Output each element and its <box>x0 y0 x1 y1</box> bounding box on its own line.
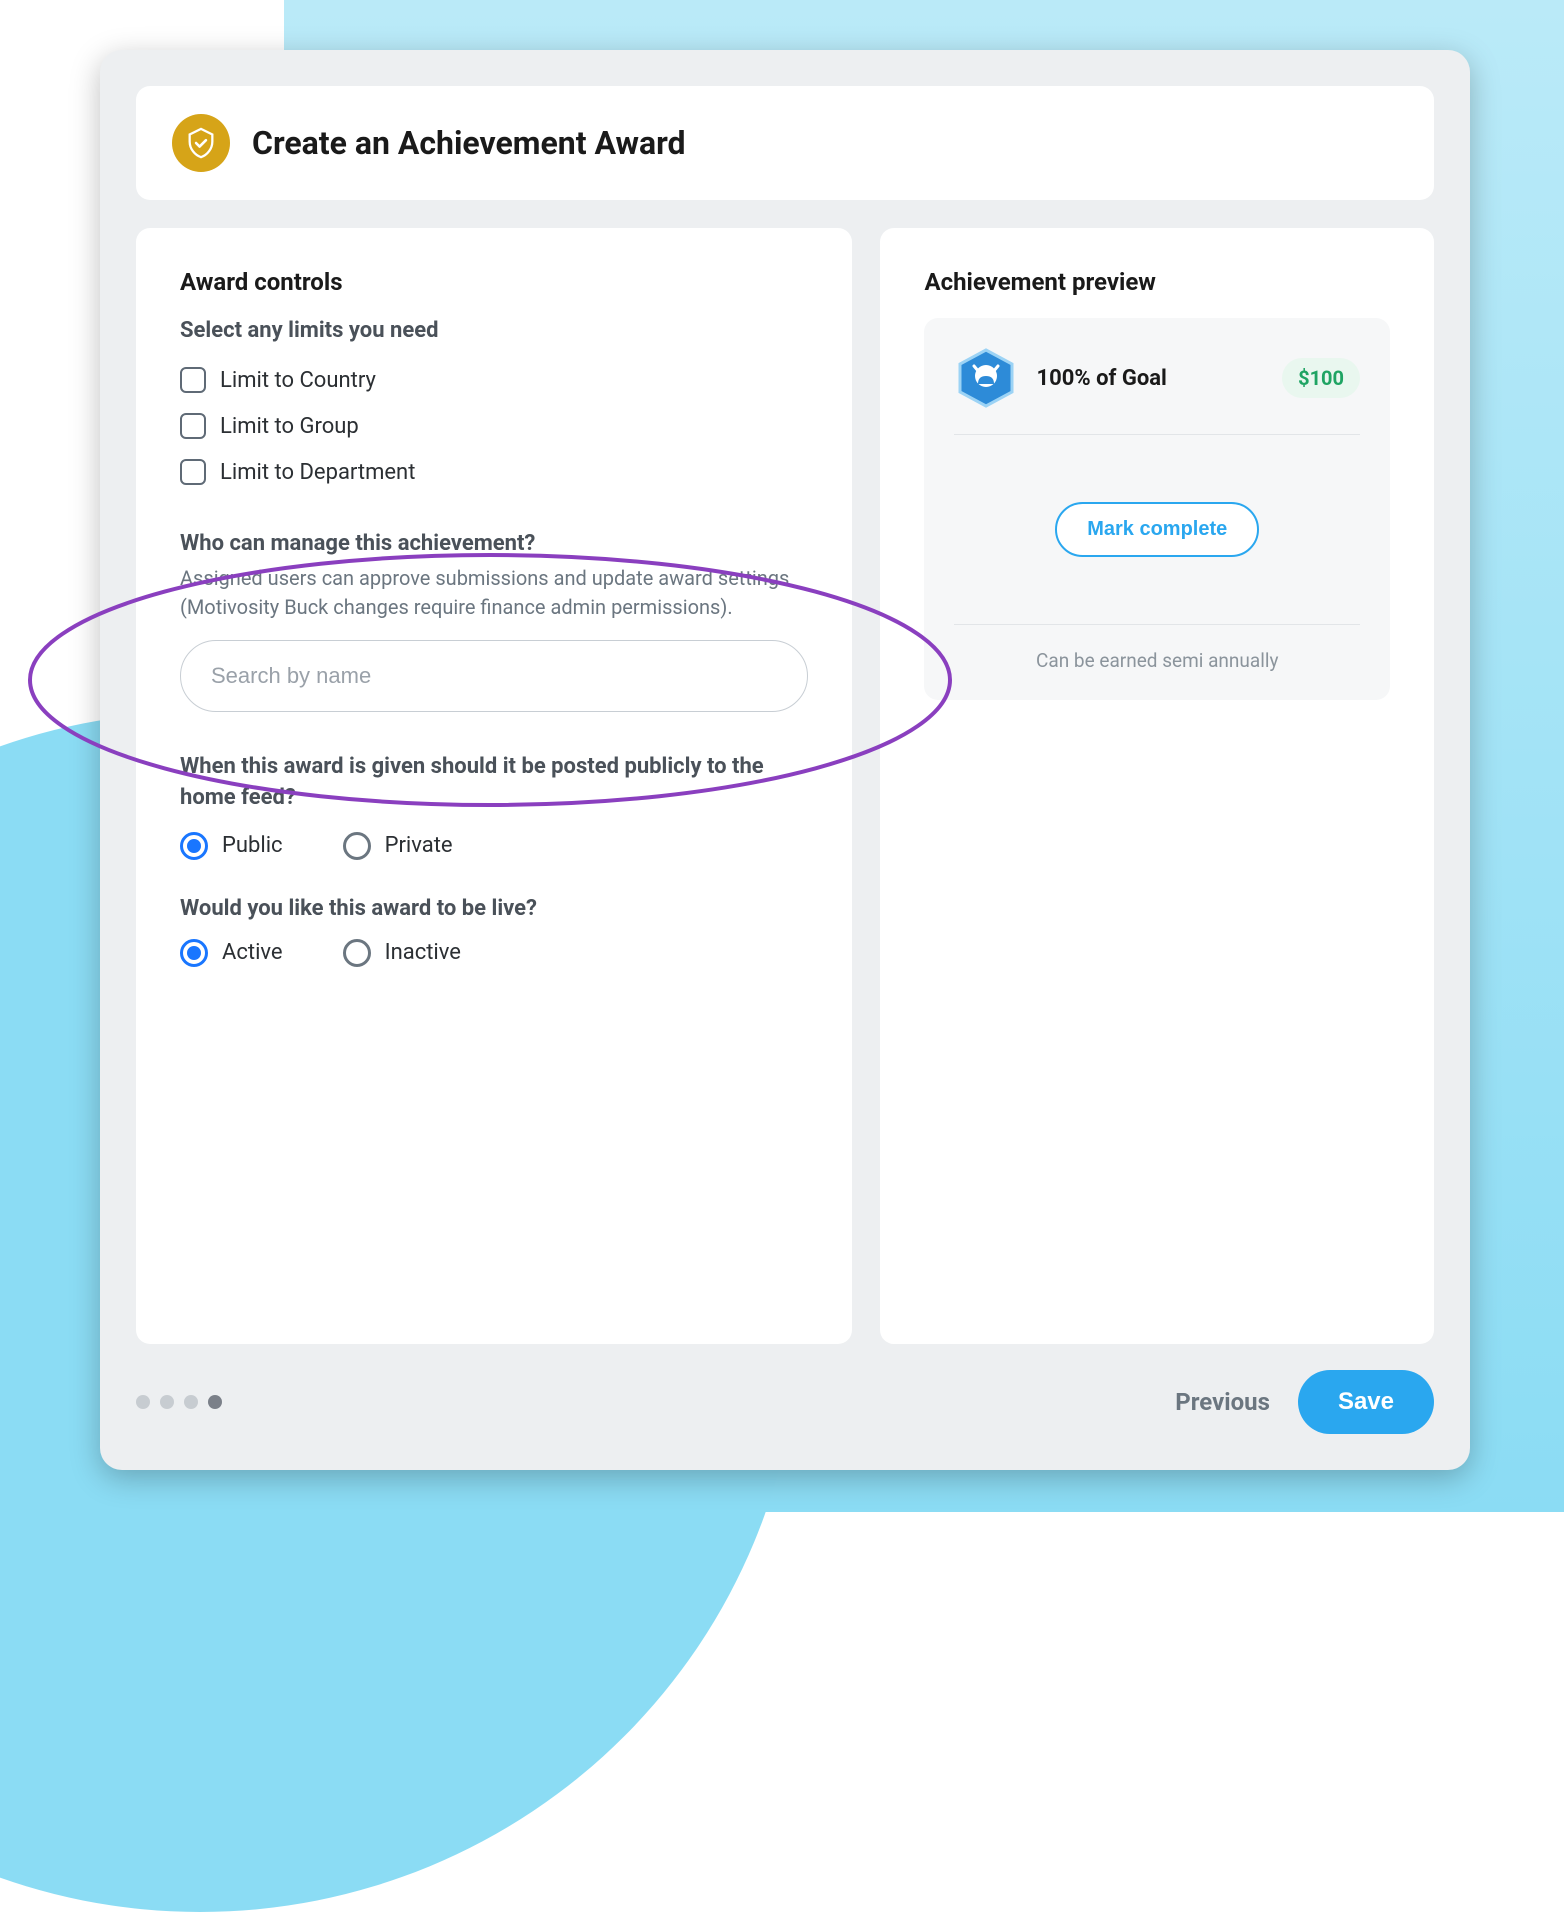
visibility-private-label: Private <box>385 833 453 858</box>
limits-checkbox-list: Limit to Country Limit to Group Limit to… <box>180 357 808 495</box>
step-progress-dots <box>136 1395 222 1409</box>
limit-group-label: Limit to Group <box>220 414 359 439</box>
visibility-public-row[interactable]: Public <box>180 832 283 860</box>
preview-title: 100% of Goal <box>1036 366 1264 391</box>
save-button[interactable]: Save <box>1298 1370 1434 1434</box>
visibility-private-row[interactable]: Private <box>343 832 453 860</box>
award-controls-card: Award controls Select any limits you nee… <box>136 228 852 1344</box>
limit-group-checkbox[interactable] <box>180 413 206 439</box>
award-badge-icon <box>172 114 230 172</box>
manage-search-input[interactable] <box>180 640 808 712</box>
step-dot-2[interactable] <box>160 1395 174 1409</box>
live-radio-group: Active Inactive <box>180 939 808 967</box>
achievement-hex-icon <box>954 346 1018 410</box>
limit-department-checkbox[interactable] <box>180 459 206 485</box>
preview-middle: Mark complete <box>954 435 1360 625</box>
visibility-label: When this award is given should it be po… <box>180 752 808 814</box>
visibility-radio-group: Public Private <box>180 832 808 860</box>
visibility-public-radio[interactable] <box>180 832 208 860</box>
preview-section-title: Achievement preview <box>924 268 1390 296</box>
step-dot-3[interactable] <box>184 1395 198 1409</box>
live-active-radio[interactable] <box>180 939 208 967</box>
limit-department-label: Limit to Department <box>220 460 415 485</box>
panel-header: Create an Achievement Award <box>136 86 1434 200</box>
panel-title: Create an Achievement Award <box>252 124 686 162</box>
live-active-row[interactable]: Active <box>180 939 283 967</box>
live-active-label: Active <box>222 940 283 965</box>
step-dot-1[interactable] <box>136 1395 150 1409</box>
mark-complete-button[interactable]: Mark complete <box>1055 502 1259 557</box>
live-inactive-radio[interactable] <box>343 939 371 967</box>
limit-country-row[interactable]: Limit to Country <box>180 357 808 403</box>
preview-top-row: 100% of Goal $100 <box>954 346 1360 435</box>
achievement-award-panel: Create an Achievement Award Award contro… <box>100 50 1470 1470</box>
preview-inner-card: 100% of Goal $100 Mark complete Can be e… <box>924 318 1390 700</box>
panel-body: Award controls Select any limits you nee… <box>136 228 1434 1344</box>
achievement-preview-card: Achievement preview 100% of Goal $100 <box>880 228 1434 1344</box>
manage-achievement-block: Who can manage this achievement? Assigne… <box>180 531 808 712</box>
preview-footer-text: Can be earned semi annually <box>954 625 1360 672</box>
manage-help-text: Assigned users can approve submissions a… <box>180 564 808 622</box>
limit-country-label: Limit to Country <box>220 368 376 393</box>
live-inactive-label: Inactive <box>385 940 461 965</box>
visibility-private-radio[interactable] <box>343 832 371 860</box>
limits-label: Select any limits you need <box>180 318 808 343</box>
live-inactive-row[interactable]: Inactive <box>343 939 461 967</box>
step-dot-4[interactable] <box>208 1395 222 1409</box>
previous-button[interactable]: Previous <box>1175 1388 1270 1416</box>
limit-group-row[interactable]: Limit to Group <box>180 403 808 449</box>
limit-country-checkbox[interactable] <box>180 367 206 393</box>
visibility-public-label: Public <box>222 833 283 858</box>
preview-amount-pill: $100 <box>1282 358 1360 398</box>
limit-department-row[interactable]: Limit to Department <box>180 449 808 495</box>
award-controls-title: Award controls <box>180 268 808 296</box>
footer-actions: Previous Save <box>1175 1370 1434 1434</box>
manage-label: Who can manage this achievement? <box>180 531 808 556</box>
panel-footer: Previous Save <box>136 1344 1434 1434</box>
live-label: Would you like this award to be live? <box>180 896 808 921</box>
